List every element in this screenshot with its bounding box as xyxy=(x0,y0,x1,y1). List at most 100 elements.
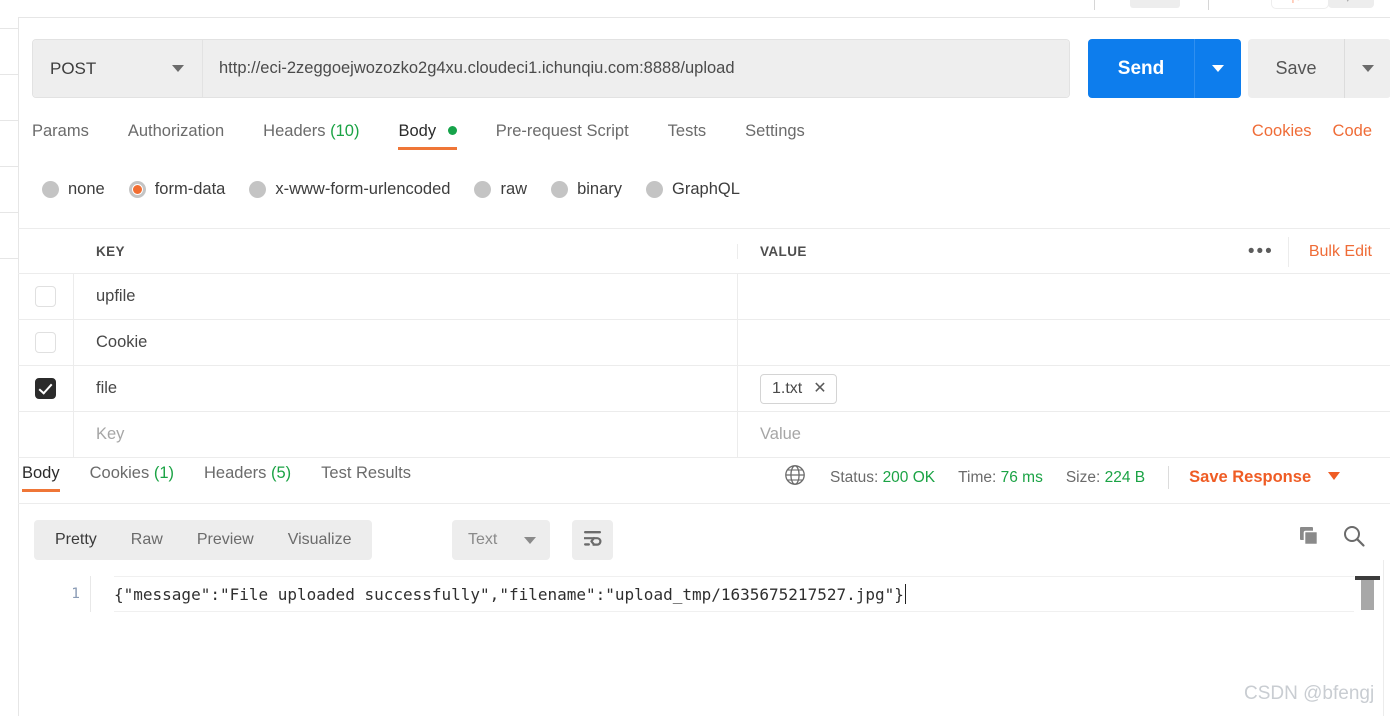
gutter-line xyxy=(0,120,18,121)
response-tab-body[interactable]: Body xyxy=(22,464,60,492)
row-check-cell xyxy=(18,320,74,365)
row-checkbox-checked[interactable] xyxy=(35,378,56,399)
copy-icon[interactable] xyxy=(1297,524,1321,548)
toolbar-divider-2 xyxy=(1208,0,1209,10)
close-icon[interactable]: ✕ xyxy=(813,380,826,397)
content-type-selector[interactable]: Text xyxy=(452,520,550,560)
row-key-cell[interactable]: Cookie xyxy=(74,320,738,365)
row-value-cell[interactable]: Value xyxy=(738,412,1390,457)
toolbar-button-grey[interactable] xyxy=(1328,0,1374,8)
table-more-options-button[interactable]: ••• xyxy=(1234,237,1289,267)
save-response-button[interactable]: Save Response xyxy=(1189,468,1340,487)
file-chip[interactable]: 1.txt ✕ xyxy=(760,373,837,404)
format-visualize-button[interactable]: Visualize xyxy=(271,520,369,560)
response-tab-cookies[interactable]: Cookies (1) xyxy=(90,464,174,492)
wrap-lines-button[interactable] xyxy=(572,520,613,560)
send-button[interactable]: Send xyxy=(1088,39,1194,98)
time-label: Time: xyxy=(958,468,997,486)
chevron-down-icon xyxy=(1327,472,1340,480)
url-input[interactable]: http://eci-2zeggoejwozozko2g4xu.cloudeci… xyxy=(203,40,1069,97)
time-item: Time: 76 ms xyxy=(958,469,1043,487)
chevron-down-icon xyxy=(172,65,184,72)
tab-headers[interactable]: Headers (10) xyxy=(263,122,359,150)
tab-body[interactable]: Body xyxy=(398,122,457,150)
row-key-text: Cookie xyxy=(96,333,148,351)
gutter-line xyxy=(0,74,18,75)
tab-label: Headers xyxy=(204,464,267,482)
divider xyxy=(1168,466,1170,489)
search-icon[interactable] xyxy=(1342,524,1366,548)
editor-scrollbar-thumb[interactable] xyxy=(1361,576,1374,610)
file-chip-name: 1.txt xyxy=(772,379,803,397)
code-link[interactable]: Code xyxy=(1333,122,1372,141)
wrap-lines-icon xyxy=(582,529,604,552)
format-raw-button[interactable]: Raw xyxy=(114,520,180,560)
tab-label: Body xyxy=(22,464,60,482)
cookies-link[interactable]: Cookies xyxy=(1252,122,1312,141)
toolbar-divider xyxy=(1094,0,1095,10)
row-check-cell xyxy=(18,274,74,319)
tab-tests[interactable]: Tests xyxy=(668,122,707,150)
body-type-graphql[interactable]: GraphQL xyxy=(646,180,740,199)
radio-icon xyxy=(474,181,492,198)
row-key-cell[interactable]: file xyxy=(74,366,738,411)
format-preview-button[interactable]: Preview xyxy=(180,520,271,560)
tab-settings[interactable]: Settings xyxy=(745,122,805,150)
size-value: 224 B xyxy=(1104,468,1146,486)
body-type-none[interactable]: none xyxy=(42,180,105,199)
radio-icon xyxy=(551,181,569,198)
row-key-placeholder: Key xyxy=(96,425,125,443)
response-tabs: Body Cookies (1) Headers (5) Test Result… xyxy=(22,464,441,492)
save-button[interactable]: Save xyxy=(1248,39,1344,98)
editor-right-rail xyxy=(1383,560,1384,716)
body-type-form-data[interactable]: form-data xyxy=(128,180,226,199)
body-type-x-www-form-urlencoded[interactable]: x-www-form-urlencoded xyxy=(249,180,450,199)
tab-label: Settings xyxy=(745,122,805,140)
row-checkbox[interactable] xyxy=(35,332,56,353)
request-tabs: Params Authorization Headers (10) Body P… xyxy=(32,122,844,160)
save-button-group: Save xyxy=(1248,39,1390,98)
tab-label: Test Results xyxy=(321,464,412,482)
row-key-cell[interactable]: Key xyxy=(74,412,738,457)
tab-count: (1) xyxy=(153,464,174,482)
bulk-edit-button[interactable]: Bulk Edit xyxy=(1289,243,1390,261)
body-type-binary[interactable]: binary xyxy=(551,180,622,199)
tab-authorization[interactable]: Authorization xyxy=(128,122,224,150)
body-type-radio-group: none form-data x-www-form-urlencoded raw… xyxy=(42,180,764,199)
row-value-cell[interactable] xyxy=(738,320,1390,365)
column-header-value: VALUE xyxy=(760,243,807,259)
postman-window: ⚑ ▾ POST http://eci-2zeggoejwozozko2g4xu… xyxy=(0,0,1390,716)
http-method-selector[interactable]: POST xyxy=(33,40,203,97)
row-key-cell[interactable]: upfile xyxy=(74,274,738,319)
size-item: Size: 224 B xyxy=(1066,469,1145,487)
toolbar-chip[interactable] xyxy=(1130,0,1180,8)
radio-label: raw xyxy=(500,180,528,198)
radio-label: binary xyxy=(577,180,623,198)
tab-pre-request-script[interactable]: Pre-request Script xyxy=(496,122,629,150)
response-tab-test-results[interactable]: Test Results xyxy=(321,464,411,492)
tab-label: Authorization xyxy=(127,122,225,140)
row-value-cell[interactable]: 1.txt ✕ xyxy=(738,366,1390,411)
radio-label: x-www-form-urlencoded xyxy=(275,180,451,198)
row-checkbox[interactable] xyxy=(35,286,56,307)
chevron-down-icon: ▾ xyxy=(1345,0,1351,5)
code-line[interactable]: {"message":"File uploaded successfully",… xyxy=(114,576,1354,612)
format-pretty-button[interactable]: Pretty xyxy=(38,520,114,560)
save-options-button[interactable] xyxy=(1344,39,1390,98)
radio-label: form-data xyxy=(154,180,226,198)
row-value-cell[interactable] xyxy=(738,274,1390,319)
response-tab-headers[interactable]: Headers (5) xyxy=(204,464,291,492)
radio-label: GraphQL xyxy=(672,180,740,198)
tab-count: (5) xyxy=(270,464,292,482)
bookmark-icon: ⚑ xyxy=(1290,0,1302,5)
body-type-raw[interactable]: raw xyxy=(474,180,527,199)
tab-params[interactable]: Params xyxy=(32,122,89,150)
table-row: Cookie xyxy=(18,320,1390,366)
response-body-editor[interactable]: 1 {"message":"File uploaded successfully… xyxy=(18,576,1390,612)
response-divider xyxy=(18,503,1390,504)
response-format-tabs: Pretty Raw Preview Visualize xyxy=(34,520,373,560)
row-key-text: upfile xyxy=(96,287,136,305)
chevron-down-icon xyxy=(1362,65,1374,72)
table-header-row: KEY VALUE ••• Bulk Edit xyxy=(18,228,1390,274)
send-options-button[interactable] xyxy=(1194,39,1241,98)
